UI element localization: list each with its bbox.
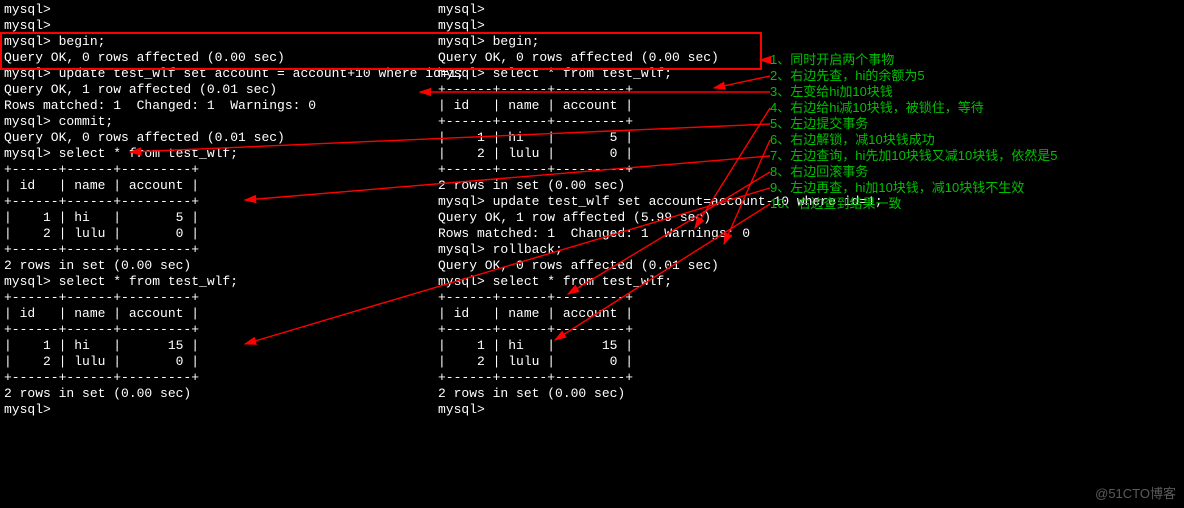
terminal-line: | 1 | hi | 15 |	[438, 338, 868, 354]
terminal-line: mysql>	[438, 18, 868, 34]
terminal-line: Query OK, 0 rows affected (0.00 sec)	[4, 50, 434, 66]
annotation-item: 8、右边回滚事务	[770, 164, 1058, 180]
terminal-line: Query OK, 1 row affected (0.01 sec)	[4, 82, 434, 98]
terminal-line: +------+------+---------+	[4, 370, 434, 386]
annotation-item: 4、右边给hi减10块钱，被锁住，等待	[770, 100, 1058, 116]
terminal-line: | 2 | lulu | 0 |	[4, 354, 434, 370]
terminal-line: mysql> select * from test_wlf;	[4, 274, 434, 290]
terminal-line: Rows matched: 1 Changed: 1 Warnings: 0	[4, 98, 434, 114]
annotation-item: 5、左边提交事务	[770, 116, 1058, 132]
annotation-item: 7、左边查询，hi先加10块钱又减10块钱，依然是5	[770, 148, 1058, 164]
terminal-line: | 1 | hi | 15 |	[4, 338, 434, 354]
terminal-line: mysql> rollback;	[438, 242, 868, 258]
annotation-item: 9、左边再查，hi加10块钱，减10块钱不生效	[770, 180, 1058, 196]
terminal-line: Query OK, 0 rows affected (0.01 sec)	[4, 130, 434, 146]
terminal-line: mysql>	[4, 402, 434, 418]
terminal-line: mysql>	[438, 2, 868, 18]
terminal-line: +------+------+---------+	[4, 162, 434, 178]
terminal-line: 2 rows in set (0.00 sec)	[4, 258, 434, 274]
terminal-line: | id | name | account |	[4, 306, 434, 322]
terminal-line: +------+------+---------+	[4, 242, 434, 258]
terminal-line: +------+------+---------+	[438, 290, 868, 306]
terminal-line: | id | name | account |	[438, 306, 868, 322]
terminal-line: mysql> update test_wlf set account = acc…	[4, 66, 434, 82]
terminal-line: +------+------+---------+	[438, 322, 868, 338]
terminal-line: mysql>	[4, 18, 434, 34]
terminal-line: Query OK, 0 rows affected (0.01 sec)	[438, 258, 868, 274]
terminal-line: | 2 | lulu | 0 |	[4, 226, 434, 242]
annotation-item: 10、右边查到结果一致	[770, 196, 1058, 212]
annotation-item: 6、右边解锁，减10块钱成功	[770, 132, 1058, 148]
terminal-line: 2 rows in set (0.00 sec)	[438, 386, 868, 402]
terminal-line: mysql> select * from test_wlf;	[4, 146, 434, 162]
annotation-item: 2、右边先查，hi的余额为5	[770, 68, 1058, 84]
watermark: @51CTO博客	[1095, 486, 1176, 502]
terminal-line: Rows matched: 1 Changed: 1 Warnings: 0	[438, 226, 868, 242]
terminal-line: mysql>	[438, 402, 868, 418]
terminal-line: +------+------+---------+	[4, 290, 434, 306]
terminal-line: | id | name | account |	[4, 178, 434, 194]
terminal-line: mysql> begin;	[4, 34, 434, 50]
left-terminal[interactable]: mysql>mysql>mysql> begin;Query OK, 0 row…	[0, 0, 438, 420]
terminal-line: | 2 | lulu | 0 |	[438, 354, 868, 370]
terminal-line: Query OK, 1 row affected (5.99 sec)	[438, 210, 868, 226]
terminal-line: mysql> select * from test_wlf;	[438, 274, 868, 290]
annotation-item: 3、左变给hi加10块钱	[770, 84, 1058, 100]
terminal-line: +------+------+---------+	[438, 370, 868, 386]
terminal-line: mysql>	[4, 2, 434, 18]
terminal-line: mysql> begin;	[438, 34, 868, 50]
terminal-line: 2 rows in set (0.00 sec)	[4, 386, 434, 402]
terminal-line: | 1 | hi | 5 |	[4, 210, 434, 226]
terminal-line: +------+------+---------+	[4, 194, 434, 210]
annotation-list: 1、同时开启两个事物 2、右边先查，hi的余额为5 3、左变给hi加10块钱 4…	[770, 52, 1058, 212]
terminal-line: mysql> commit;	[4, 114, 434, 130]
annotation-item: 1、同时开启两个事物	[770, 52, 1058, 68]
terminal-line: +------+------+---------+	[4, 322, 434, 338]
